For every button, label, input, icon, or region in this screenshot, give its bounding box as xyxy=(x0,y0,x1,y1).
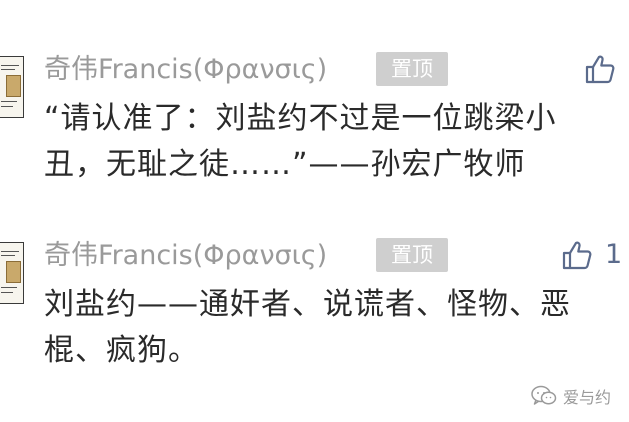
comment-author[interactable]: 奇伟Francis(Φρανσις) xyxy=(44,238,327,274)
watermark: 爱与约 xyxy=(531,384,611,408)
avatar[interactable] xyxy=(0,242,24,304)
thumbs-up-icon xyxy=(585,55,615,84)
comment-author[interactable]: 奇伟Francis(Φρανσις) xyxy=(44,52,327,88)
pinned-badge: 置顶 xyxy=(376,238,448,272)
watermark-text: 爱与约 xyxy=(562,388,611,407)
comment-text: “请认准了：刘盐约不过是一位跳梁小 丑，无耻之徒……”——孙宏广牧师 xyxy=(44,101,557,182)
wechat-icon xyxy=(531,385,557,405)
like-count: 1 xyxy=(605,239,623,270)
comment-text: 刘盐约——通奸者、说谎者、怪物、恶 棍、疯狗。 xyxy=(44,287,571,368)
like-button[interactable]: 1 xyxy=(561,238,622,272)
like-button[interactable] xyxy=(584,52,628,86)
avatar[interactable] xyxy=(0,56,24,118)
thumbs-up-icon xyxy=(562,241,592,270)
pinned-badge: 置顶 xyxy=(376,52,448,86)
